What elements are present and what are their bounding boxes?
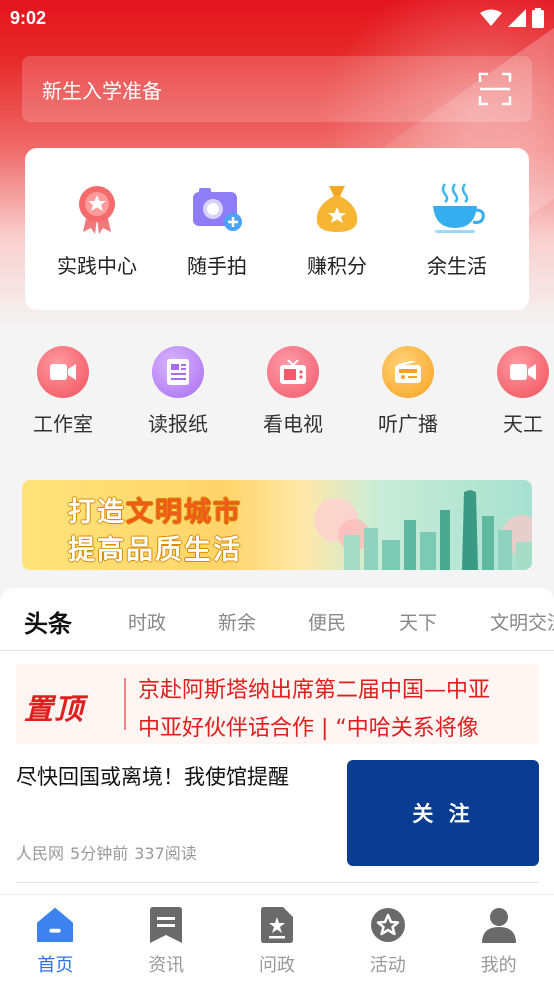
quick-action-label: 赚积分 [307, 253, 367, 278]
camera-icon [189, 180, 245, 236]
media-menu-label: 天工 [503, 412, 543, 436]
follow-button[interactable]: 关 注 [347, 760, 539, 866]
signal-icon [508, 9, 526, 27]
tab-politics[interactable]: 时政 [128, 608, 166, 635]
document-star-icon [259, 907, 295, 943]
quick-action-earn-points[interactable]: 赚积分 [282, 180, 392, 279]
nav-news[interactable]: 资讯 [111, 895, 222, 984]
tabs-divider [0, 650, 554, 651]
nav-label: 活动 [369, 955, 406, 976]
nav-home[interactable]: 首页 [0, 895, 111, 984]
pinned-badge: 置顶 [24, 692, 85, 726]
nav-label: 首页 [37, 955, 74, 976]
media-menu-tv[interactable]: 看电视 [248, 346, 338, 437]
video-icon [37, 346, 89, 398]
tab-world[interactable]: 天下 [399, 608, 437, 635]
quick-action-label: 余生活 [427, 253, 487, 278]
media-menu-label: 读报纸 [148, 412, 208, 436]
tv-icon [267, 346, 319, 398]
promo-banner[interactable]: 打造文明城市 提高品质生活 [22, 480, 532, 570]
scan-icon[interactable] [478, 72, 512, 106]
nav-label: 问政 [258, 955, 295, 976]
quick-action-life[interactable]: 余生活 [402, 180, 512, 279]
article-meta: 人民网 5分钟前 337阅读 [16, 840, 197, 864]
article-title[interactable]: 尽快回国或离境！我使馆提醒 [16, 762, 336, 792]
bottom-nav: 首页 资讯 问政 活动 我的 [0, 894, 554, 984]
pinned-headline-line-1: 京赴阿斯塔纳出席第二届中国—中亚 [138, 678, 491, 703]
nav-label: 资讯 [148, 955, 185, 976]
media-menu-studio[interactable]: 工作室 [18, 346, 108, 437]
nav-inquiry[interactable]: 问政 [222, 895, 333, 984]
pinned-headline-line-2: 中亚好伙伴话合作 | “中哈关系将像 [138, 716, 479, 741]
news-panel: 头条 时政 新余 便民 天下 文明交流 置顶 京赴阿斯塔纳出席第二届中国—中亚 … [0, 588, 554, 898]
banner-line-1-highlight: 文明城市 [126, 497, 242, 528]
radio-icon [382, 346, 434, 398]
news-tabs: 头条 时政 新余 便民 天下 文明交流 [0, 588, 554, 650]
nav-activity[interactable]: 活动 [332, 895, 443, 984]
article-time: 5分钟前 [70, 844, 129, 863]
media-menu-tiangong[interactable]: 天工 [478, 346, 554, 437]
banner-line-1-prefix: 打造 [68, 497, 126, 528]
media-menu-label: 工作室 [33, 412, 93, 436]
media-menu-label: 听广播 [378, 412, 438, 436]
city-skyline-illustration [314, 490, 532, 570]
home-icon [37, 907, 74, 943]
star-badge-icon [370, 907, 406, 943]
article-source: 人民网 [16, 844, 65, 863]
tea-cup-icon [429, 180, 485, 236]
nav-profile[interactable]: 我的 [443, 895, 554, 984]
battery-icon [532, 8, 544, 28]
tab-convenience[interactable]: 便民 [308, 608, 346, 635]
banner-line-1: 打造文明城市 [68, 490, 242, 529]
tab-xinyu[interactable]: 新余 [218, 608, 256, 635]
search-bar[interactable]: 新生入学准备 [22, 56, 532, 122]
status-icons [480, 8, 544, 28]
media-menu-row: 工作室 读报纸 看电视 听广播 天工 [0, 346, 554, 446]
medal-icon [69, 180, 125, 236]
wifi-icon [480, 9, 502, 26]
bookmark-icon [148, 907, 184, 943]
video-icon [497, 346, 549, 398]
article-reads: 337阅读 [134, 844, 197, 863]
user-icon [481, 907, 517, 943]
search-text: 新生入学准备 [42, 78, 162, 103]
newspaper-icon [152, 346, 204, 398]
status-time: 9:02 [10, 7, 47, 28]
quick-action-practice-center[interactable]: 实践中心 [42, 180, 152, 279]
pinned-news[interactable]: 置顶 京赴阿斯塔纳出席第二届中国—中亚 中亚好伙伴话合作 | “中哈关系将像 [16, 664, 538, 744]
status-bar: 9:02 [0, 0, 554, 36]
article-divider [16, 882, 538, 883]
media-menu-label: 看电视 [263, 412, 323, 436]
quick-action-label: 实践中心 [57, 253, 137, 278]
tab-civilization-exchange[interactable]: 文明交流 [490, 608, 554, 635]
banner-line-2: 提高品质生活 [68, 535, 242, 566]
quick-actions-card: 实践中心 随手拍 赚积分 余生活 [25, 148, 529, 310]
media-menu-newspaper[interactable]: 读报纸 [133, 346, 223, 437]
quick-action-label: 随手拍 [187, 253, 247, 278]
tab-headlines[interactable]: 头条 [22, 604, 74, 641]
money-bag-icon [309, 180, 365, 236]
nav-label: 我的 [480, 955, 517, 976]
quick-action-snapshot[interactable]: 随手拍 [162, 180, 272, 279]
pinned-separator [124, 678, 126, 730]
media-menu-radio[interactable]: 听广播 [363, 346, 453, 437]
